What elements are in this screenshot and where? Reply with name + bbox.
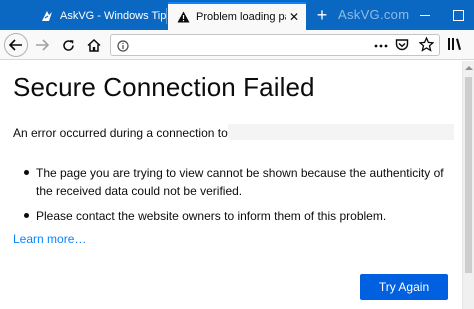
list-item-text: The page you are trying to view cannot b… [36,166,444,198]
scroll-thumb[interactable] [465,77,472,273]
try-again-button[interactable]: Try Again [360,274,448,300]
home-icon [87,38,101,52]
tab-title: Problem loading page [196,11,286,23]
askvg-logo-icon [40,9,54,23]
star-icon[interactable] [418,36,435,57]
bullet-icon [24,213,29,218]
forward-arrow-icon [36,39,49,51]
error-details-list: The page you are trying to view cannot b… [13,164,453,232]
list-item: The page you are trying to view cannot b… [13,164,453,200]
home-button[interactable] [84,33,104,57]
minimize-button[interactable] [412,0,438,30]
warning-icon [176,10,190,24]
tab-problem-loading[interactable]: Problem loading page ✕ [168,2,306,30]
nav-toolbar [0,30,474,60]
back-button[interactable] [4,33,28,57]
redacted-hostname [228,124,454,140]
reload-icon [62,39,74,51]
new-tab-button[interactable]: + [312,4,332,26]
pocket-icon[interactable] [395,38,409,57]
more-icon[interactable] [374,39,388,57]
error-intro-text: An error occurred during a connection to [13,126,228,140]
scroll-up-arrow-icon[interactable] [465,66,473,70]
bullet-icon [24,170,29,175]
back-arrow-icon [9,39,22,51]
reload-button[interactable] [58,33,78,57]
forward-button[interactable] [33,33,51,57]
list-item-text: Please contact the website owners to inf… [36,209,387,223]
library-icon[interactable] [447,36,463,57]
tab-close-button[interactable]: ✕ [286,10,302,24]
list-item: Please contact the website owners to inf… [13,207,453,225]
tab-title: AskVG - Windows Tip [60,10,166,22]
url-bar[interactable] [110,34,440,56]
vertical-scrollbar[interactable] [462,61,474,309]
watermark-text: AskVG.com [338,7,410,22]
tab-separator [166,8,167,24]
maximize-button[interactable] [444,0,472,30]
tab-askvg[interactable]: AskVG - Windows Tip [32,2,166,30]
error-title: Secure Connection Failed [13,72,315,102]
learn-more-link[interactable]: Learn more… [13,232,86,246]
info-icon[interactable] [117,39,129,57]
